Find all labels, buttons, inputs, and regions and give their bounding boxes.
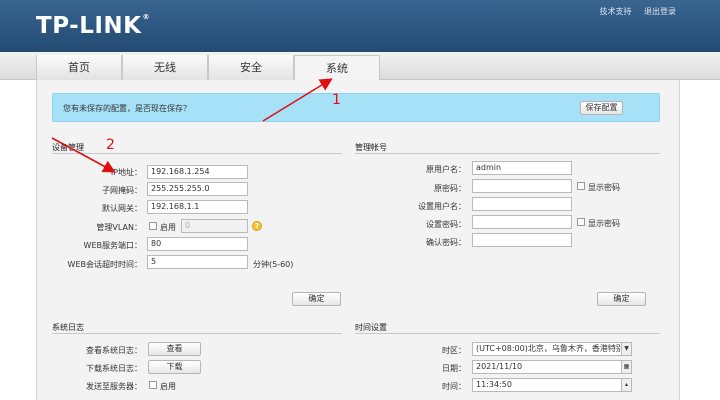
new-user-input[interactable] (472, 197, 572, 211)
show-new-pwd-checkbox[interactable] (577, 218, 585, 226)
vlan-enable-checkbox[interactable] (149, 222, 157, 230)
divider (355, 333, 660, 334)
timezone-label: 时区： (442, 346, 466, 355)
annotation-1: 1 (332, 92, 341, 108)
date-input[interactable]: 2021/11/10 ▦ (472, 360, 632, 374)
new-user-label: 设置用户名： (418, 202, 466, 211)
view-log-label: 查看系统日志： (86, 346, 142, 355)
show-orig-pwd-checkbox[interactable] (577, 182, 585, 190)
timezone-select[interactable]: (UTC+08:00)北京，乌鲁木齐，香港特别 ▼ (472, 342, 632, 356)
device-ok-button[interactable]: 确定 (292, 292, 341, 306)
gateway-input[interactable]: 192.168.1.1 (147, 200, 248, 214)
tab-home[interactable]: 首页 (36, 55, 122, 80)
annotation-2: 2 (106, 137, 115, 153)
view-log-button[interactable]: 查看 (148, 342, 201, 356)
orig-pwd-label: 原密码： (434, 184, 466, 193)
header-bar: TP-LINK® 技术支持 退出登录 (0, 0, 720, 52)
orig-user-input[interactable]: admin (472, 161, 572, 175)
tech-support-link[interactable]: 技术支持 (599, 7, 631, 16)
tab-system[interactable]: 系统 (294, 55, 380, 80)
router-admin-page: TP-LINK® 技术支持 退出登录 首页 无线 安全 系统 您有未保存的配置，… (0, 0, 720, 400)
orig-pwd-input[interactable] (472, 179, 572, 193)
timezone-value: (UTC+08:00)北京，乌鲁木齐，香港特别 (476, 344, 624, 353)
vlan-label: 管理VLAN： (96, 223, 142, 232)
tplink-logo: TP-LINK® (36, 13, 150, 39)
account-title: 管理帐号 (355, 143, 387, 152)
confirm-pwd-input[interactable] (472, 233, 572, 247)
time-label: 时间： (442, 382, 466, 391)
new-pwd-label: 设置密码： (426, 220, 466, 229)
vlan-enable-label: 启用 (160, 223, 176, 232)
time-value: 11:34:50 (476, 380, 512, 389)
download-log-label: 下载系统日志： (86, 364, 142, 373)
logout-link[interactable]: 退出登录 (644, 7, 676, 16)
send-server-enable-label: 启用 (160, 382, 176, 391)
time-input[interactable]: 11:34:50 ▴ (472, 378, 632, 392)
orig-user-label: 原用户名： (426, 165, 466, 174)
confirm-pwd-label: 确认密码： (426, 238, 466, 247)
notice-text: 您有未保存的配置，是否现在保存？ (63, 104, 191, 113)
tab-security[interactable]: 安全 (208, 55, 294, 80)
timeout-label: WEB会话超时时间： (67, 260, 142, 269)
header-links: 技术支持 退出登录 (589, 6, 676, 17)
tab-wireless[interactable]: 无线 (122, 55, 208, 80)
device-mgmt-title: 设备管理 (52, 143, 84, 152)
web-port-label: WEB服务端口： (83, 241, 142, 250)
date-value: 2021/11/10 (476, 362, 523, 371)
calendar-icon: ▦ (621, 361, 631, 373)
mask-label: 子网掩码： (102, 186, 142, 195)
ip-label: IP地址： (110, 168, 142, 177)
date-label: 日期： (442, 364, 466, 373)
help-icon[interactable]: ? (252, 221, 262, 231)
time-title: 时间设置 (355, 323, 387, 332)
download-log-button[interactable]: 下载 (148, 360, 201, 374)
send-server-label: 发送至服务器： (86, 382, 142, 391)
spinner-icon: ▴ (621, 379, 631, 391)
save-config-button[interactable]: 保存配置 (580, 101, 623, 115)
divider (355, 153, 660, 154)
show-pwd-label: 显示密码 (588, 183, 620, 192)
gateway-label: 默认网关： (102, 204, 142, 213)
divider (52, 333, 342, 334)
show-pwd-label: 显示密码 (588, 219, 620, 228)
timeout-hint: 分钟(5-60) (253, 260, 294, 269)
unsaved-notice: 您有未保存的配置，是否现在保存？ 保存配置 (52, 93, 660, 122)
account-ok-button[interactable]: 确定 (597, 292, 646, 306)
main-tabs: 首页 无线 安全 系统 (0, 52, 720, 80)
vlan-input[interactable]: 0 (181, 219, 248, 233)
new-pwd-input[interactable] (472, 215, 572, 229)
syslog-title: 系统日志 (52, 323, 84, 332)
web-port-input[interactable]: 80 (147, 237, 248, 251)
divider (52, 153, 342, 154)
chevron-down-icon: ▼ (621, 343, 631, 355)
timeout-input[interactable]: 5 (147, 255, 248, 269)
ip-input[interactable]: 192.168.1.254 (147, 165, 248, 179)
send-server-checkbox[interactable] (149, 381, 157, 389)
mask-input[interactable]: 255.255.255.0 (147, 182, 248, 196)
